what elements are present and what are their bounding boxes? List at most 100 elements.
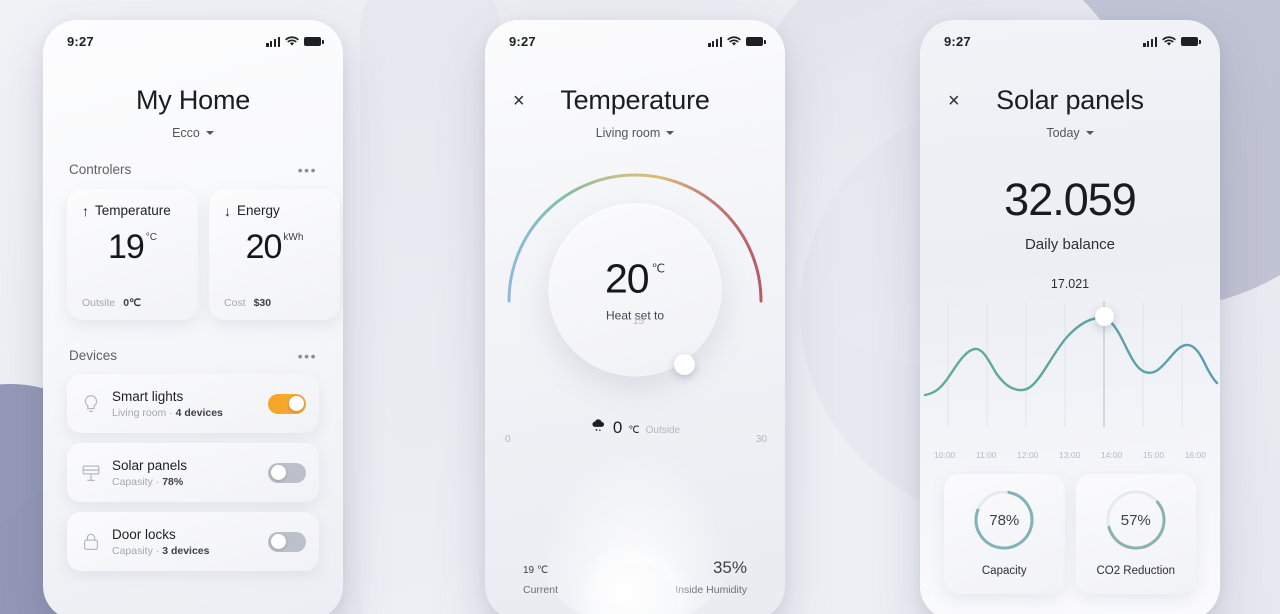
controllers-section-header: Controlers ••• bbox=[43, 162, 343, 177]
chevron-down-icon bbox=[666, 131, 675, 135]
dial-value-row: 20 ℃ bbox=[605, 257, 665, 299]
gauge-max-label: 30 bbox=[755, 434, 767, 445]
status-time: 9:27 bbox=[509, 34, 536, 49]
background-blob-middle bbox=[360, 0, 500, 614]
sub-prefix: Capasity · bbox=[112, 544, 163, 557]
status-icons bbox=[266, 36, 324, 47]
stat-label: Inside Humidity bbox=[675, 584, 747, 596]
controllers-overflow-menu[interactable]: ••• bbox=[298, 163, 317, 177]
status-bar: 9:27 bbox=[43, 20, 343, 49]
donut-percent: 57% bbox=[1120, 511, 1151, 529]
devices-overflow-menu[interactable]: ••• bbox=[298, 349, 317, 363]
toggle-knob bbox=[270, 534, 286, 549]
metric-label: Capacity bbox=[981, 565, 1027, 577]
phone-screen-home: 9:27 My Home Ecco Controlers ••• ↑ Tempe… bbox=[43, 20, 343, 614]
solar-header: × Solar panels Today bbox=[920, 85, 1220, 140]
room-selector[interactable]: Living room bbox=[485, 126, 785, 140]
donut-co2: 57% bbox=[1103, 487, 1169, 553]
stat-unit: ℃ bbox=[536, 565, 549, 576]
x-tick: 10:00 bbox=[934, 450, 956, 460]
item-subtitle: Capasity · 3 devices bbox=[112, 545, 268, 557]
metric-label: CO2 Reduction bbox=[1096, 565, 1176, 577]
card-title: Energy bbox=[237, 203, 280, 218]
controller-card-energy[interactable]: ↓ Energy 20 kWh Cost $30 bbox=[209, 189, 340, 320]
sub-value: 78% bbox=[162, 475, 184, 488]
stat-inside-humidity: 35% Inside Humidity bbox=[675, 558, 747, 596]
gauge-mid-label: 15 bbox=[633, 316, 645, 327]
daily-balance-label: Daily balance bbox=[1024, 236, 1116, 253]
card-footer-value: $30 bbox=[253, 297, 272, 309]
card-unit: kWh bbox=[283, 232, 304, 243]
signal-bars-icon bbox=[708, 37, 722, 47]
metric-card-co2[interactable]: 57% CO2 Reduction bbox=[1075, 474, 1196, 594]
card-footer-label: Outsite bbox=[82, 297, 116, 309]
x-tick: 14:00 bbox=[1100, 450, 1123, 460]
snow-cloud-icon bbox=[592, 419, 604, 432]
battery-icon bbox=[1181, 37, 1201, 46]
home-header: My Home Ecco bbox=[43, 85, 343, 140]
card-footer: Cost $30 bbox=[224, 297, 271, 309]
controller-card-temperature[interactable]: ↑ Temperature 19 °C Outsite 0℃ bbox=[67, 189, 198, 320]
list-item-smart-lights[interactable]: Smart lights Living room · 4 devices bbox=[67, 374, 319, 433]
phone-screen-temperature: 9:27 × Temperature Living room 20 ℃ Heat… bbox=[485, 20, 785, 614]
list-item-door-locks[interactable]: Door locks Capasity · 3 devices bbox=[67, 512, 319, 571]
outside-weather: 0 ℃ Outside bbox=[485, 418, 785, 438]
x-tick: 16:00 bbox=[1184, 450, 1206, 460]
close-icon[interactable]: × bbox=[513, 91, 525, 111]
toggle-knob bbox=[288, 396, 304, 411]
stat-label: Current bbox=[523, 584, 559, 596]
card-footer-value: 0℃ bbox=[123, 297, 141, 309]
sub-value: 4 devices bbox=[175, 406, 223, 419]
chart-highlight-handle[interactable] bbox=[1095, 307, 1114, 326]
toggle-door-locks[interactable] bbox=[268, 531, 306, 552]
x-tick: 12:00 bbox=[1017, 450, 1039, 460]
card-header: ↑ Temperature bbox=[67, 203, 198, 218]
room-label: Living room bbox=[595, 126, 661, 140]
stat-current: 19 ℃ Current bbox=[523, 558, 558, 596]
dial-center: 20 ℃ Heat set to bbox=[548, 203, 722, 377]
solar-production-chart[interactable]: 17.021 10:00 11:00 12:00 13:00 14:00 15:… bbox=[920, 269, 1220, 464]
card-value-row: 20 kWh bbox=[209, 230, 340, 264]
sub-prefix: Capasity · bbox=[112, 475, 163, 488]
signal-bars-icon bbox=[1143, 37, 1157, 47]
item-text: Door locks Capasity · 3 devices bbox=[112, 527, 268, 557]
mode-label: Ecco bbox=[172, 126, 200, 140]
item-text: Solar panels Capasity · 78% bbox=[112, 458, 268, 488]
signal-bars-icon bbox=[266, 37, 280, 47]
outside-temp-unit: ℃ bbox=[628, 425, 640, 436]
chevron-down-icon bbox=[205, 131, 214, 135]
dial-handle[interactable] bbox=[674, 354, 695, 375]
card-value: 20 bbox=[245, 228, 283, 266]
card-unit: °C bbox=[145, 232, 158, 243]
temperature-dial[interactable]: 20 ℃ Heat set to 0 15 30 bbox=[485, 158, 785, 445]
toggle-smart-lights[interactable] bbox=[268, 393, 306, 414]
wifi-icon bbox=[1162, 36, 1176, 46]
mode-selector[interactable]: Ecco bbox=[43, 126, 343, 140]
toggle-solar-panels[interactable] bbox=[268, 462, 306, 483]
battery-icon bbox=[304, 37, 324, 46]
status-time: 9:27 bbox=[67, 34, 94, 49]
lightbulb-icon bbox=[84, 394, 98, 412]
daily-balance-value: 32.059 bbox=[1004, 174, 1137, 225]
period-label: Today bbox=[1046, 126, 1080, 140]
item-title: Solar panels bbox=[112, 457, 188, 473]
arrow-up-icon: ↑ bbox=[82, 202, 89, 219]
controller-card-list: ↑ Temperature 19 °C Outsite 0℃ ↓ Energy … bbox=[43, 189, 343, 320]
wifi-icon bbox=[285, 36, 299, 46]
card-footer: Outsite 0℃ bbox=[82, 297, 141, 309]
card-value-row: 19 °C bbox=[67, 230, 198, 264]
list-item-solar-panels[interactable]: Solar panels Capasity · 78% bbox=[67, 443, 319, 502]
card-footer-label: Cost bbox=[224, 297, 246, 309]
stat-value: 35% bbox=[712, 558, 747, 577]
close-icon[interactable]: × bbox=[948, 91, 960, 111]
sub-value: 3 devices bbox=[162, 544, 210, 557]
devices-section-header: Devices ••• bbox=[43, 348, 343, 363]
arrow-down-icon: ↓ bbox=[224, 202, 231, 219]
solar-panel-icon bbox=[82, 464, 100, 481]
period-selector[interactable]: Today bbox=[920, 126, 1220, 140]
metric-card-capacity[interactable]: 78% Capacity bbox=[944, 474, 1065, 594]
status-bar: 9:27 bbox=[485, 20, 785, 49]
donut-capacity: 78% bbox=[971, 487, 1037, 553]
x-tick: 13:00 bbox=[1059, 450, 1081, 460]
page-title: Temperature bbox=[560, 85, 710, 115]
